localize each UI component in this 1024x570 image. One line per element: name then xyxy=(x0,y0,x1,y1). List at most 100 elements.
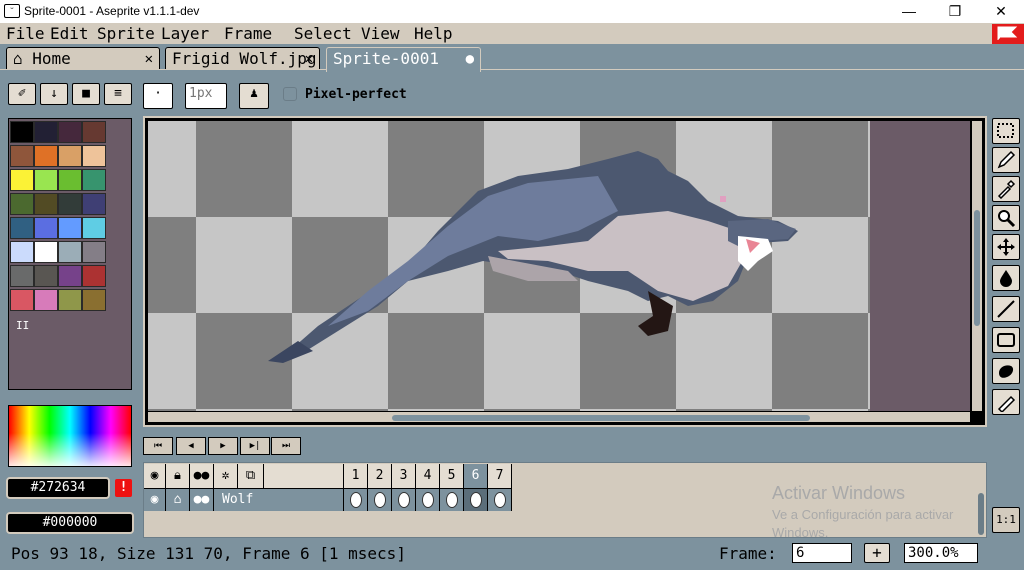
fill-tool-button[interactable] xyxy=(992,265,1020,291)
palette-swatch[interactable] xyxy=(34,193,58,215)
cel-frame-2[interactable] xyxy=(368,488,392,511)
palette-swatch[interactable] xyxy=(10,193,34,215)
palette-grip[interactable]: II xyxy=(16,319,29,332)
previous-frame-button[interactable]: ◀ xyxy=(176,437,206,455)
warning-icon[interactable]: ! xyxy=(115,479,132,497)
maximize-button[interactable]: ❐ xyxy=(932,0,978,23)
lock-icon[interactable]: 🔒︎ xyxy=(166,464,190,488)
tab-sprite-0001[interactable]: Sprite-0001 ● xyxy=(326,47,481,72)
palette-swatch[interactable] xyxy=(58,265,82,287)
layer-lock-icon[interactable]: ⌂ xyxy=(166,488,190,511)
move-tool-button[interactable] xyxy=(992,234,1020,260)
palette-swatch[interactable] xyxy=(58,289,82,311)
ink-icon[interactable]: ♟ xyxy=(239,83,269,109)
zoom-reset-button[interactable]: 1:1 xyxy=(992,507,1020,533)
gear-icon[interactable]: ✲ xyxy=(214,464,238,488)
menu-list-button[interactable]: ≡ xyxy=(104,83,132,105)
last-frame-button[interactable]: ⏭ xyxy=(271,437,301,455)
frame-header-1[interactable]: 1 xyxy=(344,464,368,488)
palette-swatch[interactable] xyxy=(82,169,106,191)
cel-frame-7[interactable] xyxy=(488,488,512,511)
frame-header-7[interactable]: 7 xyxy=(488,464,512,488)
menu-select[interactable]: Select xyxy=(294,24,352,43)
cel-frame-5[interactable] xyxy=(440,488,464,511)
red-flag-icon[interactable] xyxy=(992,24,1024,44)
tab-frigid-wolf[interactable]: Frigid Wolf.jpg ✕ xyxy=(165,47,320,69)
menu-edit[interactable]: Edit xyxy=(50,24,89,43)
palette-swatch[interactable] xyxy=(58,217,82,239)
palette-swatch[interactable] xyxy=(34,217,58,239)
eraser-tool-button[interactable]: ✐ xyxy=(8,83,36,105)
vertical-scrollbar-thumb[interactable] xyxy=(974,210,980,326)
palette-swatch[interactable] xyxy=(58,121,82,143)
palette-swatch[interactable] xyxy=(82,121,106,143)
palette-swatch[interactable] xyxy=(82,289,106,311)
zoom-tool-button[interactable] xyxy=(992,205,1020,231)
palette-swatch[interactable] xyxy=(10,289,34,311)
palette-swatch[interactable] xyxy=(58,169,82,191)
palette-swatch[interactable] xyxy=(58,193,82,215)
frame-header-3[interactable]: 3 xyxy=(392,464,416,488)
rectangle-tool-button[interactable] xyxy=(992,327,1020,353)
palette-swatch[interactable] xyxy=(82,265,106,287)
first-frame-button[interactable]: ⏮ xyxy=(143,437,173,455)
cel-frame-6[interactable] xyxy=(464,488,488,511)
menu-layer[interactable]: Layer xyxy=(161,24,209,43)
timeline-scrollbar-thumb[interactable] xyxy=(978,493,984,535)
frame-header-4[interactable]: 4 xyxy=(416,464,440,488)
layer-name-wolf[interactable]: Wolf xyxy=(214,488,344,511)
marquee-tool-button[interactable] xyxy=(992,118,1020,144)
brush-size-input[interactable]: 1px xyxy=(185,83,227,109)
cel-frame-4[interactable] xyxy=(416,488,440,511)
menu-frame[interactable]: Frame xyxy=(224,24,272,43)
frame-header-5[interactable]: 5 xyxy=(440,464,464,488)
add-frame-button[interactable]: + xyxy=(864,543,890,563)
tab-home[interactable]: ⌂ Home ✕ xyxy=(6,47,160,69)
zoom-input[interactable]: 300.0% xyxy=(904,543,978,563)
close-tab-icon[interactable]: ✕ xyxy=(145,48,153,70)
palette-swatch[interactable] xyxy=(82,193,106,215)
folder-button[interactable]: ■ xyxy=(72,83,100,105)
palette-swatch[interactable] xyxy=(10,241,34,263)
menu-help[interactable]: Help xyxy=(414,24,453,43)
layer-continuous-icon[interactable]: ●● xyxy=(190,488,214,511)
close-tab-icon[interactable]: ✕ xyxy=(305,48,313,70)
contour-tool-button[interactable] xyxy=(992,358,1020,384)
continuous-icon[interactable]: ●● xyxy=(190,464,214,488)
pixel-perfect-checkbox[interactable] xyxy=(283,87,297,101)
palette-swatch[interactable] xyxy=(10,217,34,239)
palette-swatch[interactable] xyxy=(34,265,58,287)
menu-file[interactable]: File xyxy=(6,24,45,43)
next-frame-button[interactable]: ▶| xyxy=(240,437,270,455)
palette-swatch[interactable] xyxy=(34,145,58,167)
layers-icon[interactable]: ⧉ xyxy=(238,464,264,488)
cel-frame-3[interactable] xyxy=(392,488,416,511)
palette-swatch[interactable] xyxy=(34,241,58,263)
eyedropper-tool-button[interactable] xyxy=(992,176,1020,202)
palette-swatch[interactable] xyxy=(82,145,106,167)
menu-sprite[interactable]: Sprite xyxy=(97,24,155,43)
palette-swatch[interactable] xyxy=(34,169,58,191)
palette-swatch[interactable] xyxy=(10,265,34,287)
palette-swatch[interactable] xyxy=(10,169,34,191)
menu-view[interactable]: View xyxy=(361,24,400,43)
play-button[interactable]: ▶ xyxy=(208,437,238,455)
background-color-button[interactable]: #000000 xyxy=(6,512,134,534)
palette-swatch[interactable] xyxy=(34,289,58,311)
palette-swatch[interactable] xyxy=(58,241,82,263)
frame-header-2[interactable]: 2 xyxy=(368,464,392,488)
palette-swatch[interactable] xyxy=(34,121,58,143)
foreground-color-button[interactable]: #272634 xyxy=(6,477,110,499)
eye-icon[interactable]: ◉ xyxy=(144,464,166,488)
palette-swatch[interactable] xyxy=(10,121,34,143)
close-window-button[interactable]: ✕ xyxy=(978,0,1024,23)
down-arrow-button[interactable]: ↓ xyxy=(40,83,68,105)
color-spectrum[interactable] xyxy=(8,405,132,467)
palette-swatch[interactable] xyxy=(10,145,34,167)
minimize-button[interactable]: — xyxy=(886,0,932,23)
palette-swatch[interactable] xyxy=(82,241,106,263)
frame-input[interactable]: 6 xyxy=(792,543,852,563)
layer-eye-icon[interactable]: ◉ xyxy=(144,488,166,511)
frame-header-6[interactable]: 6 xyxy=(464,464,488,488)
palette-swatch[interactable] xyxy=(82,217,106,239)
